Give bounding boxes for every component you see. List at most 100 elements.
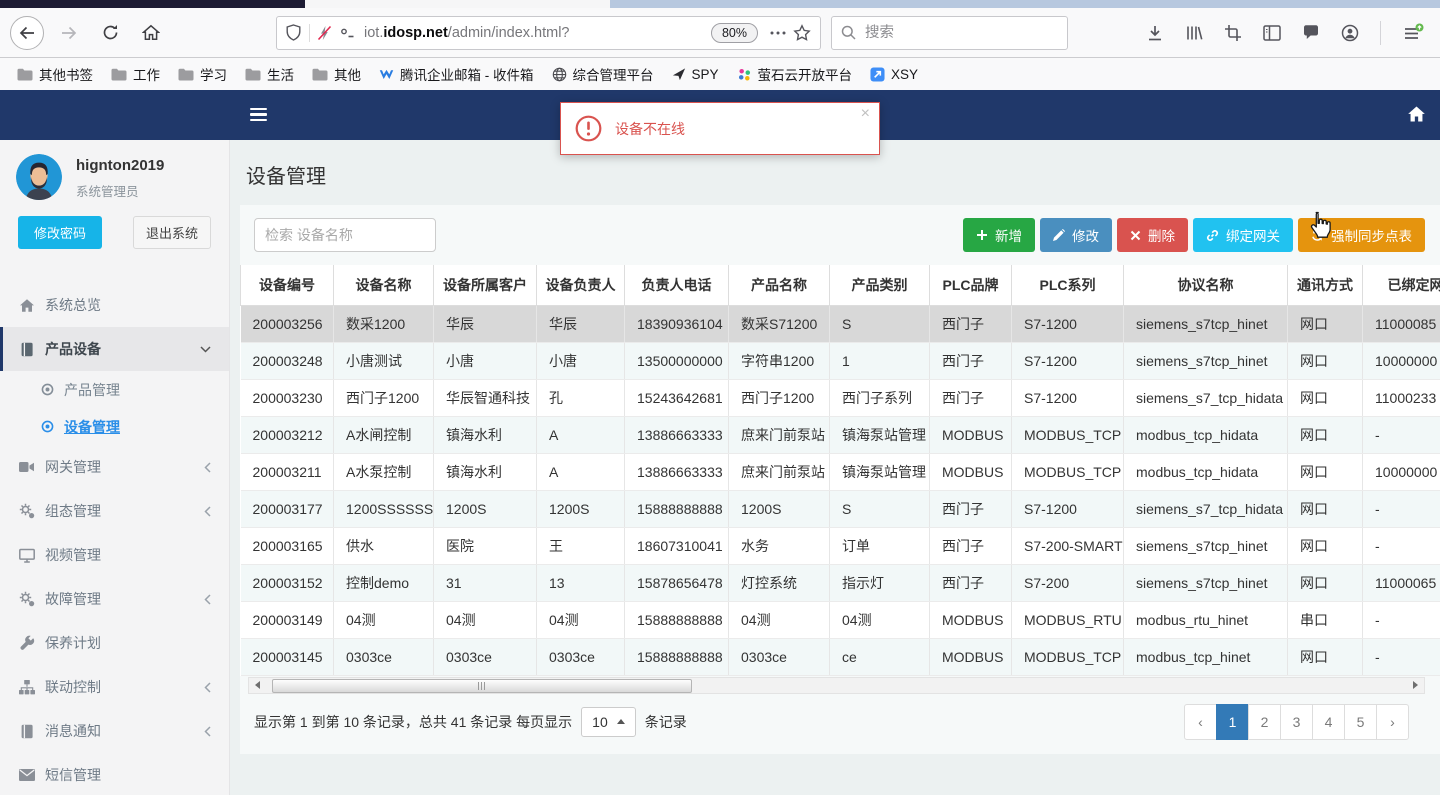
bookmark-item[interactable]: 工作 <box>102 61 169 87</box>
sidebar-item[interactable]: 视频管理 <box>0 533 229 577</box>
add-button[interactable]: 新增 <box>963 218 1035 252</box>
edit-button[interactable]: 修改 <box>1040 218 1112 252</box>
force-sync-button[interactable]: 强制同步点表 <box>1298 218 1425 252</box>
column-header[interactable]: 设备名称 <box>333 265 434 306</box>
scrollbar-thumb[interactable] <box>272 678 692 693</box>
download-icon[interactable] <box>1146 24 1164 42</box>
bookmark-item[interactable]: 萤石云开放平台 <box>728 61 862 87</box>
table-row[interactable]: 200003211 A水泵控制 镇海水利 A 13886663333 庶来门前泵站 镇海泵站… <box>240 453 1440 491</box>
page-size-dropdown[interactable]: 10 <box>581 706 636 737</box>
sidebar-item[interactable]: 短信管理 <box>0 753 229 795</box>
table-row[interactable]: 200003149 04测 04测 04测 15888888888 04测 04测 MODBU… <box>240 601 1440 639</box>
messages-icon[interactable] <box>1302 24 1320 41</box>
pager-page[interactable]: 4 <box>1312 703 1345 740</box>
scroll-right-icon[interactable] <box>1407 678 1424 693</box>
bind-gateway-button[interactable]: 绑定网关 <box>1193 218 1293 252</box>
pager-page[interactable]: 1 <box>1216 703 1249 740</box>
pager-page[interactable]: 3 <box>1280 703 1313 740</box>
table-row[interactable]: 200003212 A水闸控制 镇海水利 A 13886663333 庶来门前泵站 镇海泵站… <box>240 416 1440 454</box>
horizontal-scrollbar[interactable] <box>248 676 1425 694</box>
table-row[interactable]: 200003248 小唐测试 小唐 小唐 13500000000 字符串1200 1 西门子 S… <box>240 342 1440 380</box>
bolt-blocked-icon[interactable] <box>317 25 332 41</box>
column-header[interactable]: 设备负责人 <box>536 265 625 306</box>
pager-prev[interactable]: ‹ <box>1184 703 1217 740</box>
page-actions-icon[interactable] <box>770 31 786 35</box>
pager-page[interactable]: 2 <box>1248 703 1281 740</box>
column-header[interactable]: 负责人电话 <box>624 265 729 306</box>
column-header[interactable]: 产品类别 <box>829 265 930 306</box>
browser-search[interactable] <box>831 15 1068 50</box>
sidebar-item[interactable]: 消息通知 <box>0 709 229 753</box>
shield-icon[interactable] <box>286 24 301 41</box>
column-header[interactable]: PLC系列 <box>1011 265 1124 306</box>
back-button[interactable] <box>10 15 44 50</box>
scroll-left-icon[interactable] <box>249 678 266 693</box>
column-header[interactable]: 产品名称 <box>728 265 830 306</box>
alert-toast: 设备不在线 × <box>560 102 880 155</box>
library-icon[interactable] <box>1185 24 1203 42</box>
sidebar-menu: 系统总览 产品设备 产品管理 设备管理 网关管理 组态管理 视频管理 故障管理 保养计划联动控制… <box>0 283 229 795</box>
bookmark-item[interactable]: 其他 <box>303 61 370 87</box>
bookmark-item[interactable]: 其他书签 <box>8 61 102 87</box>
bookmarks-bar: 其他书签 工作 学习 生活 其他 腾讯企业邮箱 - 收件箱 综合管理平台 SPY 萤石云开放平台… <box>0 58 1440 90</box>
table-row[interactable]: 200003145 0303ce 0303ce 0303ce 15888888888 03… <box>240 638 1440 676</box>
bookmark-item[interactable]: 生活 <box>236 61 303 87</box>
column-header[interactable]: 已绑定网关 <box>1362 265 1440 306</box>
account-icon[interactable] <box>1341 24 1359 42</box>
sidebar-item[interactable]: 系统总览 <box>0 283 229 327</box>
bookmark-item[interactable]: 学习 <box>169 61 236 87</box>
pager-page[interactable]: 5 <box>1344 703 1377 740</box>
sidebar-item[interactable]: 产品设备 <box>0 327 229 371</box>
change-password-button[interactable]: 修改密码 <box>18 216 102 249</box>
force-sync-button-label: 强制同步点表 <box>1331 229 1412 244</box>
bookmark-item[interactable]: 综合管理平台 <box>543 61 663 87</box>
sidebar-collapse-icon[interactable] <box>250 108 267 122</box>
device-search-input[interactable] <box>254 218 436 252</box>
menu-label: 联动控制 <box>45 679 101 695</box>
table-cell: 庶来门前泵站 <box>728 453 830 491</box>
sidebar-toggle-icon[interactable] <box>1263 24 1281 41</box>
alert-close-icon[interactable]: × <box>861 106 870 122</box>
sidebar-item[interactable]: 联动控制 <box>0 665 229 709</box>
bookmark-star-icon[interactable] <box>793 23 811 42</box>
zoom-badge[interactable]: 80% <box>710 22 758 43</box>
bookmark-item[interactable]: 腾讯企业邮箱 - 收件箱 <box>370 61 543 87</box>
screenshot-icon[interactable] <box>1224 24 1242 42</box>
bookmark-item[interactable]: SPY <box>663 64 728 85</box>
permissions-icon[interactable] <box>339 26 355 40</box>
bookmark-item[interactable]: XSY <box>861 64 927 85</box>
menu-icon[interactable] <box>1402 23 1424 43</box>
sidebar-item[interactable]: 保养计划 <box>0 621 229 665</box>
column-header[interactable]: 通讯方式 <box>1287 265 1363 306</box>
home-button[interactable] <box>135 17 167 49</box>
table-row[interactable]: 200003152 控制demo 31 13 15878656478 灯控系统 指示灯 西门子… <box>240 564 1440 602</box>
url-domain: idosp.net <box>383 24 448 41</box>
forward-button[interactable] <box>53 17 85 49</box>
table-cell: MODBUS <box>929 601 1012 639</box>
logout-button[interactable]: 退出系统 <box>133 216 211 249</box>
submenu-item[interactable]: 设备管理 <box>0 408 229 445</box>
url-bar[interactable]: iot.idosp.net/admin/index.html? 80% <box>276 15 821 50</box>
table-cell: 04测 <box>536 601 625 639</box>
column-header[interactable]: PLC品牌 <box>929 265 1012 306</box>
sidebar-item[interactable]: 故障管理 <box>0 577 229 621</box>
pager-next[interactable]: › <box>1376 703 1409 740</box>
delete-button[interactable]: 删除 <box>1117 218 1188 252</box>
scrollbar-track[interactable] <box>266 678 1407 693</box>
table-cell: modbus_rtu_hinet <box>1123 601 1288 639</box>
submenu-item[interactable]: 产品管理 <box>0 371 229 408</box>
table-row[interactable]: 200003177 1200SSSSSS 1200S 1200S 15888888888… <box>240 490 1440 528</box>
table-row[interactable]: 200003256 数采1200 华辰 华辰 18390936104 数采S71200 S 西… <box>240 305 1440 343</box>
user-role: 系统管理员 <box>76 185 139 199</box>
column-header[interactable]: 设备编号 <box>240 265 334 306</box>
column-header[interactable]: 协议名称 <box>1123 265 1288 306</box>
app-home-icon[interactable] <box>1407 105 1426 123</box>
sidebar-item[interactable]: 组态管理 <box>0 489 229 533</box>
table-row[interactable]: 200003230 西门子1200 华辰智通科技孔 15243642681 西门子120… <box>240 379 1440 417</box>
table-row[interactable]: 200003165 供水 医院王 18607310041 水务 订单 西门子 S7-200-S… <box>240 527 1440 565</box>
active-tab[interactable] <box>305 0 610 8</box>
reload-button[interactable] <box>94 17 126 49</box>
sidebar-item[interactable]: 网关管理 <box>0 445 229 489</box>
column-header[interactable]: 设备所属客户 <box>433 265 537 306</box>
browser-search-input[interactable] <box>863 23 1058 42</box>
